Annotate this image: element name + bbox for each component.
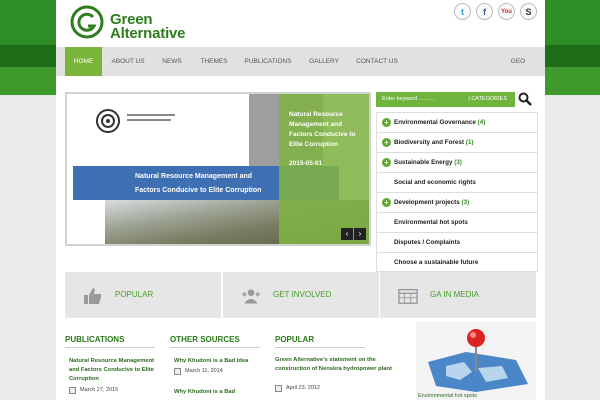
featured-slider[interactable]: Natural Resource Management and Factors … xyxy=(65,92,371,246)
nav-themes[interactable]: THEMES xyxy=(194,47,234,76)
category-item[interactable]: + Biodiversity and Forest (1) xyxy=(377,133,537,153)
category-label: Social and economic rights xyxy=(394,179,476,186)
un-emblem-icon xyxy=(96,109,120,133)
twitter-icon[interactable]: t xyxy=(454,3,471,20)
category-label: Choose a sustainable future xyxy=(394,259,479,266)
slider-prev-button[interactable]: ‹ xyxy=(341,228,353,240)
feature-label: GET INVOLVED xyxy=(273,290,332,299)
popular-heading: POPULAR xyxy=(275,335,365,348)
search-placeholder: Enter keyword ........... xyxy=(382,96,436,102)
brand-name: Green Alternative xyxy=(110,12,186,42)
category-item[interactable]: + Development projects (3) xyxy=(377,193,537,213)
slide-date: 2015-05-01 xyxy=(289,160,323,167)
slide-caption[interactable]: Natural Resource Management and Factors … xyxy=(279,94,369,244)
logo-text-line xyxy=(127,119,171,121)
expand-plus-icon[interactable]: + xyxy=(382,158,391,167)
slide-title[interactable]: Natural Resource Management and Factors … xyxy=(289,110,363,150)
page-container: Green Alternative t f You S HOME ABOUT U… xyxy=(56,0,545,400)
other-source-post-title[interactable]: Why Khudoni is a Bad Idea xyxy=(174,357,264,366)
nav-home[interactable]: HOME xyxy=(65,47,102,76)
publication-post-date: March 27, 2015 xyxy=(80,387,119,393)
category-item[interactable]: Environmental hot spots xyxy=(377,213,537,233)
search-input[interactable]: Enter keyword ........... | CATEGORIES xyxy=(376,92,515,107)
category-count: (3) xyxy=(454,159,462,166)
expand-plus-icon[interactable]: + xyxy=(382,198,391,207)
category-item[interactable]: Disputes / Complaints xyxy=(377,233,537,253)
publication-post-title[interactable]: Natural Resource Management and Factors … xyxy=(69,357,159,384)
feature-label: POPULAR xyxy=(115,290,154,299)
category-label: Biodiversity and Forest xyxy=(394,139,464,146)
youtube-icon[interactable]: You xyxy=(498,3,515,20)
slider-next-button[interactable]: › xyxy=(354,228,366,240)
logo-text-line xyxy=(127,114,175,116)
nav-contact-us[interactable]: CONTACT US xyxy=(351,47,403,76)
popular-post-date: April 23, 2012 xyxy=(286,385,320,391)
ga-logo-icon xyxy=(70,5,104,39)
nav-news[interactable]: NEWS xyxy=(156,47,188,76)
category-label: Sustainable Energy xyxy=(394,159,453,166)
calendar-grid-icon xyxy=(398,288,418,304)
map-widget[interactable] xyxy=(416,322,536,400)
feature-ga-in-media[interactable]: GA IN MEDIA xyxy=(380,272,536,318)
search-icon[interactable] xyxy=(518,92,532,106)
main-nav: HOME ABOUT US NEWS THEMES PUBLICATIONS G… xyxy=(56,47,545,76)
category-list: + Environmental Governance (4) + Biodiversi… xyxy=(376,112,538,272)
slide-image: Natural Resource Management and Factors … xyxy=(67,94,369,244)
thumbs-up-icon xyxy=(84,288,101,304)
people-icon xyxy=(242,289,260,304)
other-source-post-title-2[interactable]: Why Khudoni is a Bad xyxy=(174,388,264,397)
nav-publications[interactable]: PUBLICATIONS xyxy=(240,47,296,76)
nav-geo[interactable]: GEO xyxy=(504,47,532,76)
category-label: Disputes / Complaints xyxy=(394,239,461,246)
nav-gallery[interactable]: GALLERY xyxy=(304,47,344,76)
site-logo[interactable]: Green Alternative xyxy=(70,4,190,42)
expand-plus-icon[interactable]: + xyxy=(382,138,391,147)
other-sources-heading: OTHER SOURCES xyxy=(170,335,260,348)
calendar-icon xyxy=(69,387,76,394)
feature-get-involved[interactable]: GET INVOLVED xyxy=(223,272,379,318)
map-pin-icon xyxy=(428,329,528,392)
category-item[interactable]: Social and economic rights xyxy=(377,173,537,193)
expand-plus-icon[interactable]: + xyxy=(382,118,391,127)
feature-popular[interactable]: POPULAR xyxy=(65,272,221,318)
map-caption[interactable]: Environmental hot spots xyxy=(418,393,477,399)
category-item[interactable]: Choose a sustainable future xyxy=(377,253,537,273)
feature-label: GA IN MEDIA xyxy=(430,290,479,299)
category-count: (1) xyxy=(465,139,474,146)
brand-line-2: Alternative xyxy=(110,25,186,42)
nav-about-us[interactable]: ABOUT US xyxy=(108,47,148,76)
social-links: t f You S xyxy=(454,3,537,20)
category-count: (4) xyxy=(477,119,486,126)
category-label: Development projects xyxy=(394,199,460,206)
categories-dropdown[interactable]: | CATEGORIES xyxy=(468,92,507,107)
popular-post-title[interactable]: Green Alternative’s statement on the con… xyxy=(275,356,395,374)
category-count: (3) xyxy=(461,199,470,206)
calendar-icon xyxy=(275,385,282,392)
category-label: Environmental Governance xyxy=(394,119,476,126)
calendar-icon xyxy=(174,368,181,375)
s-icon[interactable]: S xyxy=(520,3,537,20)
publications-heading: PUBLICATIONS xyxy=(65,335,155,348)
category-item[interactable]: + Sustainable Energy (3) xyxy=(377,153,537,173)
other-source-post-date: March 11, 2014 xyxy=(185,368,223,374)
facebook-icon[interactable]: f xyxy=(476,3,493,20)
category-item[interactable]: + Environmental Governance (4) xyxy=(377,113,537,133)
category-label: Environmental hot spots xyxy=(394,219,468,226)
